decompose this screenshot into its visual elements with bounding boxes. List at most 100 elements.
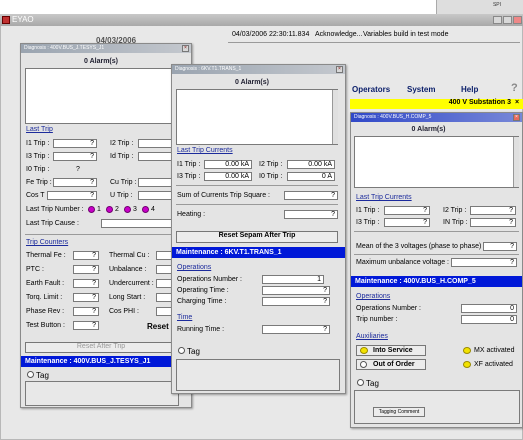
section-operations: Operations [356,293,391,300]
thermal-cu-label: Thermal Cu : [109,252,150,259]
operations-number-label: Operations Number : [356,305,421,312]
alarm-scrollbar[interactable] [513,137,519,187]
section-last-trip-currents: Last Trip Currents [356,194,412,201]
divider [25,234,177,235]
maintenance-bar: Maintenance : 6KV.T1.TRANS_1 [172,247,345,258]
notice-divider [228,42,520,43]
notice-message: Variables build in test mode [363,31,449,38]
reset-counters-button[interactable]: Reset [147,322,169,331]
running-time-label: Running Time : [177,326,225,333]
heating-label: Heating : [177,211,206,218]
max-unbalance-label: Maximum unbalance voltage : [356,259,449,266]
i2-trip-label: I2 Trip : [443,207,467,214]
heating-value: ? [284,210,338,219]
tag-label: Tag [187,347,200,356]
notice-action[interactable]: Acknowledge... [315,31,362,38]
section-last-trip: Last Trip [26,126,53,133]
i0-trip-value: 0 A [287,172,335,181]
dialog-title: Diagnosis : 400V.BUS_H.COMP_5 [351,113,522,122]
alarm-scrollbar[interactable] [332,90,338,144]
section-auxiliaries: Auxiliaries [356,333,388,340]
i1-trip-value: ? [53,139,97,148]
close-icon[interactable]: × [513,114,520,121]
alarm-list[interactable] [25,68,175,124]
tagging-comment-button[interactable]: Tagging Comment [373,407,425,417]
substation-bar: 400 V Substation 3 [350,99,523,109]
i1-trip-label: I1 Trip : [356,207,380,214]
fe-trip-value: ? [53,178,97,187]
tag-radio[interactable] [27,371,34,378]
close-icon[interactable]: × [182,45,189,52]
phase-rev-label: Phase Rev : [26,308,65,315]
charging-time-label: Charging Time : [177,298,227,305]
menu-help[interactable]: Help [461,85,478,94]
section-last-trip-currents: Last Trip Currents [177,147,233,154]
close-button[interactable] [513,16,522,24]
alarm-list[interactable] [354,136,519,188]
test-button-label: Test Button : [26,322,65,329]
trip-number-value: 0 [461,315,517,324]
tag-comment-box[interactable] [25,381,179,406]
dialog-tesys-j1: Diagnosis : 400V.BUS_J.TESYS_J1 × 0 Alar… [20,43,192,408]
i2-trip-value: ? [470,206,516,215]
i3-trip-label: I3 Trip : [356,219,380,226]
thermal-fe-value: ? [73,251,99,260]
running-time-value: ? [262,325,330,334]
into-service-lamp-icon [360,347,368,354]
trip-indicator-2 [106,206,113,213]
xf-lamp-icon [463,361,471,368]
tag-radio[interactable] [357,379,364,386]
earth-fault-label: Earth Fault : [26,280,65,287]
minimize-button[interactable] [493,16,502,24]
i3-trip-label: I3 Trip : [26,153,50,160]
close-icon[interactable]: × [336,66,343,73]
help-icon[interactable]: ? [511,82,518,94]
thermal-fe-label: Thermal Fe : [26,252,66,259]
in-trip-label: IN Trip : [443,219,468,226]
maximize-button[interactable] [503,16,512,24]
last-trip-cause-value [101,219,178,228]
alarms-header: 0 Alarm(s) [235,79,269,86]
menu-operators[interactable]: Operators [352,85,390,94]
tag-comment-box[interactable] [176,359,340,391]
unbalance-label: Unbalance : [109,266,147,273]
fe-trip-label: Fe Trip : [26,179,52,186]
torq-limit-value: ? [73,293,99,302]
id-trip-label: Id Trip : [110,153,134,160]
u-trip-label: U Trip : [110,192,133,199]
torq-limit-label: Torq. Limit : [26,294,63,301]
trip-indicator-1 [88,206,95,213]
mean-voltages-value: ? [483,242,517,251]
cos-trip-value: ? [47,191,97,200]
dialog-trans-1: Diagnosis : 6KV.T1.TRANS_1 × 0 Alarm(s) … [171,64,346,394]
section-trip-counters: Trip Counters [26,239,69,246]
section-operations: Operations [177,264,212,271]
divider [176,204,338,205]
last-trip-cause-label: Last Trip Cause : [26,220,79,227]
long-start-label: Long Start : [109,294,146,301]
undercurrent-label: Undercurrent : [109,280,154,287]
test-button-value: ? [73,321,99,330]
dialog-title: Diagnosis : 6KV.T1.TRANS_1 [172,65,345,74]
trip-indicator-3 [124,206,131,213]
reset-sepam-button[interactable]: Reset Sepam After Trip [176,231,338,243]
divider [354,231,519,232]
app-icon [2,16,10,24]
tag-radio[interactable] [178,347,185,354]
out-of-order-radio-icon [360,361,367,368]
reset-after-trip-button[interactable]: Reset After Trip [25,342,177,353]
alarm-list[interactable] [176,89,338,145]
corner-label: SPI [492,2,501,8]
menu-system[interactable]: System [407,85,435,94]
earth-fault-value: ? [73,279,99,288]
dialog-comp-5: Diagnosis : 400V.BUS_H.COMP_5 × 0 Alarm(… [350,112,523,428]
ptc-value: ? [73,265,99,274]
operations-number-label: Operations Number : [177,276,242,283]
mean-voltages-label: Mean of the 3 voltages (phase to phase) … [356,243,486,250]
substation-label: 400 V Substation 3 [448,99,511,106]
substation-close-icon[interactable]: × [515,99,519,106]
maintenance-bar: Maintenance : 400V.BUS_H.COMP_5 [351,276,522,287]
dialog-title: Diagnosis : 400V.BUS_J.TESYS_J1 [21,44,191,53]
i1-trip-label: I1 Trip : [26,140,50,147]
i1-trip-value: ? [384,206,430,215]
